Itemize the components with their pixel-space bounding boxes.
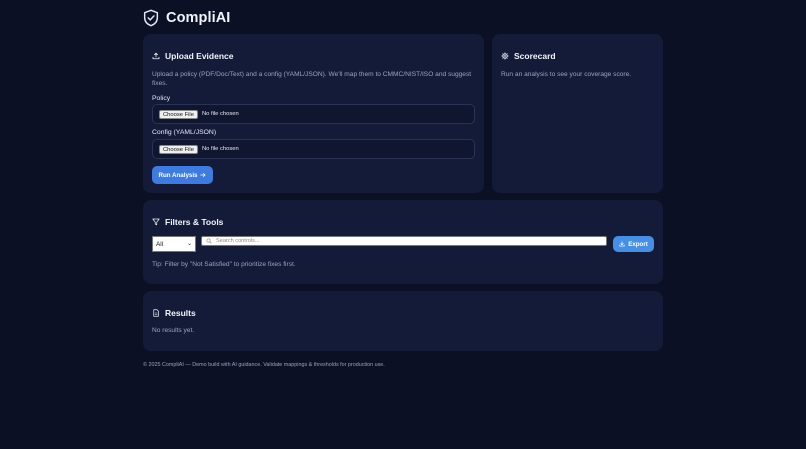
gear-icon [501,52,509,60]
config-file-input[interactable]: Choose File No file chosen [152,139,475,159]
config-file-status: No file chosen [201,146,239,152]
search-icon [206,238,212,244]
scorecard-card-title: Scorecard [501,51,556,61]
filter-icon [152,218,160,226]
run-analysis-button[interactable]: Run Analysis [152,166,213,184]
filters-card-title: Filters & Tools [152,217,223,227]
chevron-down-icon: ⌄ [186,241,192,247]
document-icon [153,309,159,317]
upload-evidence-card: Upload Evidence Upload a policy (PDF/Doc… [143,34,484,193]
scorecard-text: Run an analysis to see your coverage sco… [501,71,632,78]
arrow-right-icon [200,173,206,177]
config-label: Config (YAML/JSON) [152,129,217,136]
results-empty-text: No results yet. [152,327,195,334]
policy-label: Policy [152,95,171,102]
filters-title: Filters & Tools [165,217,224,227]
upload-description: Upload a policy (PDF/Doc/Text) and a con… [152,71,472,87]
results-card: Results No results yet. [143,291,663,351]
status-filter-value: All [156,240,164,248]
filters-tip: Tip: Filter by "Not Satisfied" to priori… [152,261,296,268]
upload-card-title: Upload Evidence [152,51,234,61]
policy-choose-file-button[interactable]: Choose File [159,109,198,119]
app-name: CompliAI [166,10,231,26]
results-card-title: Results [152,308,196,318]
scorecard-card: Scorecard Run an analysis to see your co… [492,34,663,193]
upload-title: Upload Evidence [165,51,234,61]
filters-tools-card: Filters & Tools All ⌄ Export Tip: Filter… [143,200,663,284]
app-header: CompliAI [143,8,230,28]
download-icon [619,241,625,247]
search-box[interactable] [201,236,607,246]
config-choose-file-button[interactable]: Choose File [159,144,198,154]
search-input[interactable] [216,238,596,244]
export-button[interactable]: Export [613,236,654,252]
results-title: Results [165,308,196,318]
footer-text: © 2025 CompliAI — Demo build with AI gui… [143,362,385,368]
upload-icon [152,52,160,60]
policy-file-input[interactable]: Choose File No file chosen [152,104,475,124]
status-filter-select[interactable]: All ⌄ [152,236,196,252]
shield-check-icon [143,9,159,27]
policy-file-status: No file chosen [201,111,239,117]
run-analysis-label: Run Analysis [158,171,198,179]
scorecard-title: Scorecard [514,51,556,61]
export-label: Export [628,240,648,248]
